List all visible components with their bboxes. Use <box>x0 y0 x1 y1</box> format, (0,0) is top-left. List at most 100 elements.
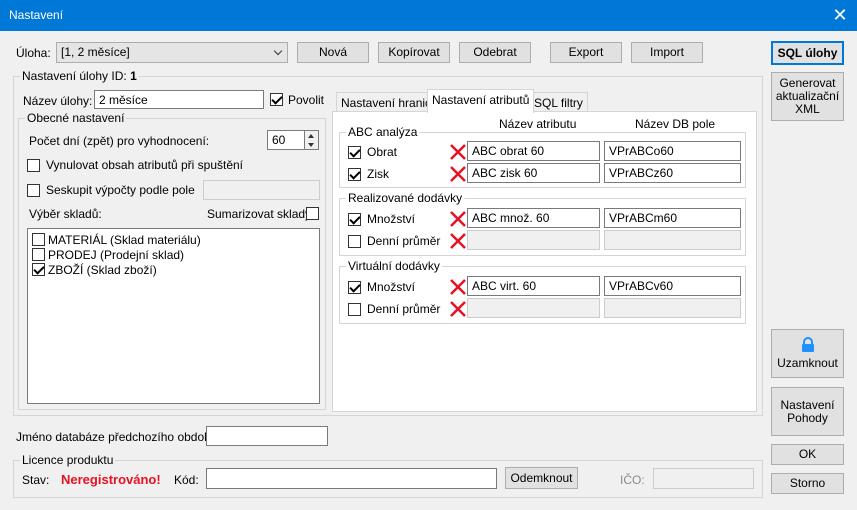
attributes-panel: Název atributu Název DB pole ABC analýza… <box>332 111 757 412</box>
general-settings-legend: Obecné nastavení <box>25 111 127 125</box>
status-badge: Neregistrováno! <box>61 472 161 487</box>
virtual-qty-db-input[interactable]: VPrABCv60 <box>604 276 741 296</box>
generate-xml-line3: XML <box>795 102 820 116</box>
task-settings-legend: Nastavení úlohy ID: 1 <box>20 69 139 83</box>
days-input[interactable]: 60 <box>267 130 305 150</box>
allow-label: Povolit <box>288 93 325 107</box>
realized-avg-db-input <box>604 230 741 250</box>
code-input[interactable] <box>206 468 497 489</box>
abc-obrat-checkbox[interactable] <box>348 146 361 159</box>
clear-icon[interactable] <box>449 143 467 161</box>
realized-qty-attr-input[interactable]: ABC množ. 60 <box>467 208 600 228</box>
abc-zisk-attr-input[interactable]: ABC zisk 60 <box>467 163 600 183</box>
code-label: Kód: <box>174 473 199 487</box>
clear-icon[interactable] <box>449 210 467 228</box>
store-label-material: MATERIÁL (Sklad materiálu) <box>48 233 201 247</box>
abc-obrat-attr-input[interactable]: ABC obrat 60 <box>467 141 600 161</box>
export-button[interactable]: Export <box>550 42 622 63</box>
store-label-zbozi: ZBOŽÍ (Sklad zboží) <box>48 263 157 277</box>
tab-sql-filters[interactable]: SQL filtry <box>529 92 588 113</box>
virtual-qty-attr-input[interactable]: ABC virt. 60 <box>467 276 600 296</box>
unlock-button[interactable]: Odemknout <box>505 467 578 489</box>
store-checkbox-prodej[interactable] <box>32 248 45 261</box>
task-select-value: [1, 2 měsíce] <box>61 45 130 59</box>
abc-zisk-db-input[interactable]: VPrABCz60 <box>604 163 741 183</box>
pohoda-settings-button[interactable]: Nastavení Pohody <box>771 387 844 436</box>
reset-attrs-label: Vynulovat obsah atributů při spuštění <box>46 158 244 172</box>
virtual-qty-label: Množství <box>367 280 416 294</box>
group-by-checkbox[interactable] <box>27 184 40 197</box>
abc-zisk-checkbox[interactable] <box>348 168 361 181</box>
clear-icon[interactable] <box>449 300 467 318</box>
store-label-prodej: PRODEJ (Prodejní sklad) <box>48 248 185 262</box>
spin-up-icon[interactable] <box>308 134 314 138</box>
days-label: Počet dní (zpět) pro vyhodnocení: <box>29 134 210 148</box>
task-name-label: Název úlohy: <box>23 94 93 108</box>
window-title: Nastavení <box>9 8 64 22</box>
tab-attributes[interactable]: Nastavení atributů <box>427 89 535 113</box>
generate-xml-button[interactable]: Generovat aktualizační XML <box>771 72 844 121</box>
abc-zisk-label: Zisk <box>367 167 389 181</box>
pohoda-line1: Nastavení <box>780 397 835 412</box>
virtual-qty-checkbox[interactable] <box>348 281 361 294</box>
group-by-label: Seskupit výpočty podle pole <box>46 183 195 197</box>
clear-icon[interactable] <box>449 165 467 183</box>
virtual-avg-checkbox[interactable] <box>348 303 361 316</box>
realized-avg-attr-input <box>467 230 600 250</box>
close-icon[interactable]: ✕ <box>823 0 857 31</box>
cancel-button[interactable]: Storno <box>771 473 844 494</box>
col-attr-header: Název atributu <box>499 117 577 131</box>
store-checkbox-zbozi[interactable] <box>32 263 45 276</box>
abc-obrat-db-input[interactable]: VPrABCo60 <box>604 141 741 161</box>
allow-checkbox[interactable] <box>270 93 283 106</box>
lock-button[interactable]: Uzamknout <box>771 329 844 378</box>
prev-db-label: Jméno databáze předchozího období: <box>16 430 218 444</box>
realized-legend: Realizované dodávky <box>346 191 465 205</box>
stores-label: Výběr skladů: <box>29 207 102 221</box>
import-button[interactable]: Import <box>631 42 703 63</box>
task-select[interactable]: [1, 2 měsíce] <box>56 42 288 63</box>
ok-button[interactable]: OK <box>771 444 844 465</box>
status-label: Stav: <box>22 473 50 487</box>
task-id-value: 1 <box>130 69 137 83</box>
realized-qty-db-input[interactable]: VPrABCm60 <box>604 208 741 228</box>
summarize-checkbox[interactable] <box>306 207 319 220</box>
group-by-field <box>203 180 320 200</box>
store-checkbox-material[interactable] <box>32 233 45 246</box>
clear-icon[interactable] <box>449 278 467 296</box>
reset-attrs-checkbox[interactable] <box>27 159 40 172</box>
clear-icon[interactable] <box>449 232 467 250</box>
virtual-avg-label: Denní průměr <box>367 302 441 316</box>
ico-label: IČO: <box>620 473 645 487</box>
spin-down-icon[interactable] <box>308 143 314 147</box>
delete-task-button[interactable]: Odebrat <box>459 42 531 63</box>
title-bar: Nastavení ✕ <box>0 0 857 31</box>
copy-task-button[interactable]: Kopírovat <box>378 42 450 63</box>
chevron-down-icon <box>273 46 283 56</box>
realized-qty-label: Množství <box>367 212 416 226</box>
task-name-input[interactable]: 2 měsíce <box>94 90 264 109</box>
col-db-header: Název DB pole <box>635 117 716 131</box>
ico-input <box>653 468 754 489</box>
virtual-avg-db-input <box>604 298 741 318</box>
abc-obrat-label: Obrat <box>367 145 398 159</box>
days-spinner[interactable] <box>305 130 319 150</box>
virtual-avg-attr-input <box>467 298 600 318</box>
realized-avg-label: Denní průměr <box>367 234 441 248</box>
pohoda-line2: Pohody <box>787 410 828 425</box>
lock-icon <box>801 337 814 352</box>
task-id-label: Nastavení úlohy ID: <box>22 69 127 83</box>
tab-boundaries[interactable]: Nastavení hranic <box>336 92 437 113</box>
abc-legend: ABC analýza <box>346 125 420 139</box>
stores-list[interactable]: MATERIÁL (Sklad materiálu) PRODEJ (Prode… <box>27 228 320 404</box>
virtual-legend: Virtuální dodávky <box>346 259 442 273</box>
prev-db-input[interactable] <box>206 426 328 446</box>
lock-button-label: Uzamknout <box>777 356 838 370</box>
task-label: Úloha: <box>16 46 51 60</box>
realized-qty-checkbox[interactable] <box>348 213 361 226</box>
new-task-button[interactable]: Nová <box>297 42 369 63</box>
summarize-label: Sumarizovat sklady <box>207 207 312 221</box>
realized-avg-checkbox[interactable] <box>348 235 361 248</box>
license-legend: Licence produktu <box>20 453 116 467</box>
sql-tasks-button[interactable]: SQL úlohy <box>771 41 844 65</box>
